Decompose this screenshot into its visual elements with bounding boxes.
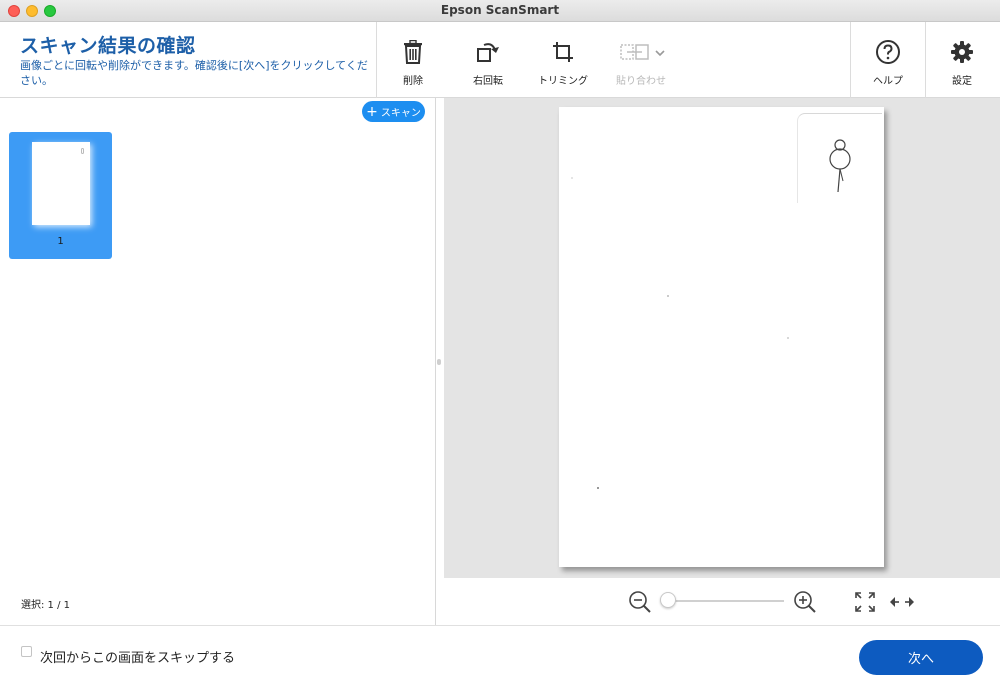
fit-page-icon[interactable] [854,591,876,617]
header-toolbar: スキャン結果の確認 画像ごとに回転や削除ができます。確認後に[次へ]をクリックし… [0,22,1000,98]
page-description: 画像ごとに回転や削除ができます。確認後に[次へ]をクリックしてください。 [20,59,368,87]
zoom-controls [444,578,1000,625]
page-title: スキャン結果の確認 [20,35,196,57]
toolbar-divider [376,22,377,98]
toolbar-divider [850,22,851,98]
delete-button[interactable]: 削除 [393,22,433,98]
rotate-right-icon [472,36,504,68]
crop-icon [547,36,579,68]
fit-width-icon[interactable] [888,594,916,614]
thumbnail-image [32,142,90,225]
gear-icon [946,36,978,68]
zoom-out-icon[interactable] [628,590,652,618]
stitch-icon [614,36,668,68]
skip-screen-checkbox[interactable] [21,646,32,657]
preview-image [559,107,884,567]
zoom-slider-handle[interactable] [660,592,676,608]
add-scan-button[interactable]: + スキャン [362,101,425,122]
zoom-in-icon[interactable] [793,590,817,618]
window-title: Epson ScanSmart [440,3,560,17]
toolbar-divider [925,22,926,98]
rotate-right-button[interactable]: 右回転 [466,22,510,98]
next-button[interactable]: 次へ [859,640,983,675]
app-window: Epson ScanSmart スキャン結果の確認 画像ごとに回転や削除ができま… [0,0,1000,685]
zoom-slider-track[interactable] [668,600,784,602]
settings-label: 設定 [952,76,972,87]
add-scan-label: スキャン [380,108,421,119]
skip-screen-label[interactable]: 次回からこの画面をスキップする [40,647,235,666]
trimming-button[interactable]: トリミング [533,22,593,98]
trash-icon [397,36,429,68]
footer-bar: 次回からこの画面をスキップする 次へ [0,625,1000,685]
thumbnail-item[interactable]: 1 [9,132,112,259]
preview-area [444,98,1000,578]
stitch-button[interactable]: 貼り合わせ [610,22,672,98]
rotate-right-label: 右回転 [473,76,503,87]
help-icon [872,36,904,68]
plus-icon: + [366,103,378,120]
selection-count: 選択: 1 / 1 [21,600,70,611]
thumbnail-panel: + スキャン 1 選択: 1 / 1 [0,98,436,625]
trimming-label: トリミング [538,76,588,87]
thumbnail-number: 1 [57,236,64,247]
stitch-label: 貼り合わせ [616,76,666,87]
settings-button[interactable]: 設定 [942,22,982,98]
title-bar: Epson ScanSmart [0,0,1000,22]
help-label: ヘルプ [873,76,903,87]
help-button[interactable]: ヘルプ [866,22,910,98]
panel-splitter[interactable] [437,359,441,365]
delete-label: 削除 [403,76,423,87]
